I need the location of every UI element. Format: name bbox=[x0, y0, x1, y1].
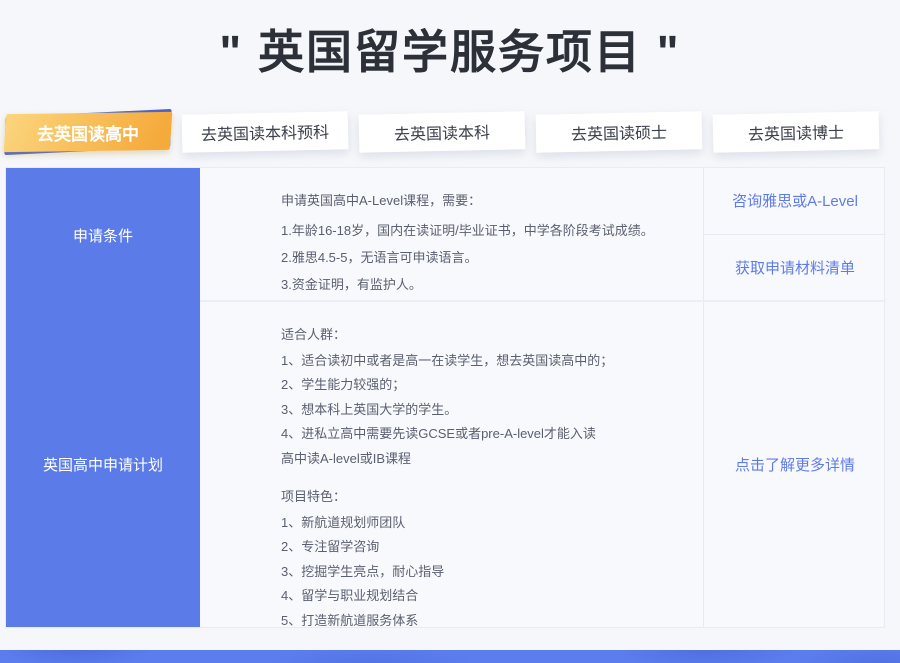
content-line: 3.资金证明，有监护人。 bbox=[281, 273, 685, 296]
highschool-plan-content: 适合人群： 1、适合读初中或者是高一在读学生，想去英国读高中的； 2、学生能力较… bbox=[200, 302, 704, 627]
content-line: 高中读A-level或IB课程 bbox=[281, 447, 685, 472]
content-line: 5、打造新航道服务体系 bbox=[281, 609, 685, 634]
tab-uk-phd[interactable]: 去英国读博士 bbox=[713, 111, 880, 152]
consult-ielts-alevel-link[interactable]: 咨询雅思或A-Level bbox=[704, 168, 886, 235]
content-line: 2.雅思4.5-5，无语言可申读语言。 bbox=[281, 246, 685, 269]
content-line: 3、想本科上英国大学的学生。 bbox=[281, 398, 685, 423]
content-line: 1、新航道规划师团队 bbox=[281, 511, 685, 536]
tab-uk-bachelor[interactable]: 去英国读本科 bbox=[359, 111, 526, 152]
content-line: 2、专注留学咨询 bbox=[281, 535, 685, 560]
content-line: 3、挖掘学生亮点，耐心指导 bbox=[281, 560, 685, 585]
content-line: 4、留学与职业规划结合 bbox=[281, 584, 685, 609]
tab-label: 去英国读博士 bbox=[748, 119, 844, 145]
program-info-table: 申请条件 申请英国高中A-Level课程，需要： 1.年龄16-18岁，国内在读… bbox=[5, 167, 885, 628]
learn-more-details-link[interactable]: 点击了解更多详情 bbox=[704, 302, 886, 627]
tab-uk-highschool[interactable]: 去英国读高中 bbox=[5, 113, 171, 151]
tab-label: 去英国读本科预科 bbox=[201, 119, 329, 146]
features-title: 项目特色： bbox=[281, 485, 685, 510]
row-header-highschool-application-plan: 英国高中申请计划 bbox=[6, 302, 200, 627]
page-title: " 英国留学服务项目 " bbox=[0, 16, 900, 82]
tab-label: 去英国读高中 bbox=[37, 120, 139, 145]
tab-uk-master[interactable]: 去英国读硕士 bbox=[536, 111, 703, 152]
content-line: 2、学生能力较强的； bbox=[281, 373, 685, 398]
application-requirements-content: 申请英国高中A-Level课程，需要： 1.年龄16-18岁，国内在读证明/毕业… bbox=[200, 168, 704, 302]
content-line: 1.年龄16-18岁，国内在读证明/毕业证书，中学各阶段考试成绩。 bbox=[281, 219, 685, 242]
tab-label: 去英国读硕士 bbox=[571, 119, 667, 145]
row1-links-column: 咨询雅思或A-Level 获取申请材料清单 bbox=[704, 168, 886, 302]
audience-title: 适合人群： bbox=[281, 323, 685, 348]
bottom-decorative-banner bbox=[0, 650, 900, 663]
row-header-application-requirements: 申请条件 bbox=[6, 168, 200, 302]
content-line: 申请英国高中A-Level课程，需要： bbox=[281, 189, 685, 212]
tab-label: 去英国读本科 bbox=[394, 119, 490, 145]
tab-uk-foundation[interactable]: 去英国读本科预科 bbox=[182, 111, 349, 152]
content-line: 4、进私立高中需要先读GCSE或者pre-A-level才能入读 bbox=[281, 422, 685, 447]
tab-bar: 去英国读高中 去英国读本科预科 去英国读本科 去英国读硕士 去英国读博士 bbox=[5, 113, 879, 151]
get-application-materials-link[interactable]: 获取申请材料清单 bbox=[704, 235, 886, 301]
content-line: 1、适合读初中或者是高一在读学生，想去英国读高中的； bbox=[281, 349, 685, 374]
